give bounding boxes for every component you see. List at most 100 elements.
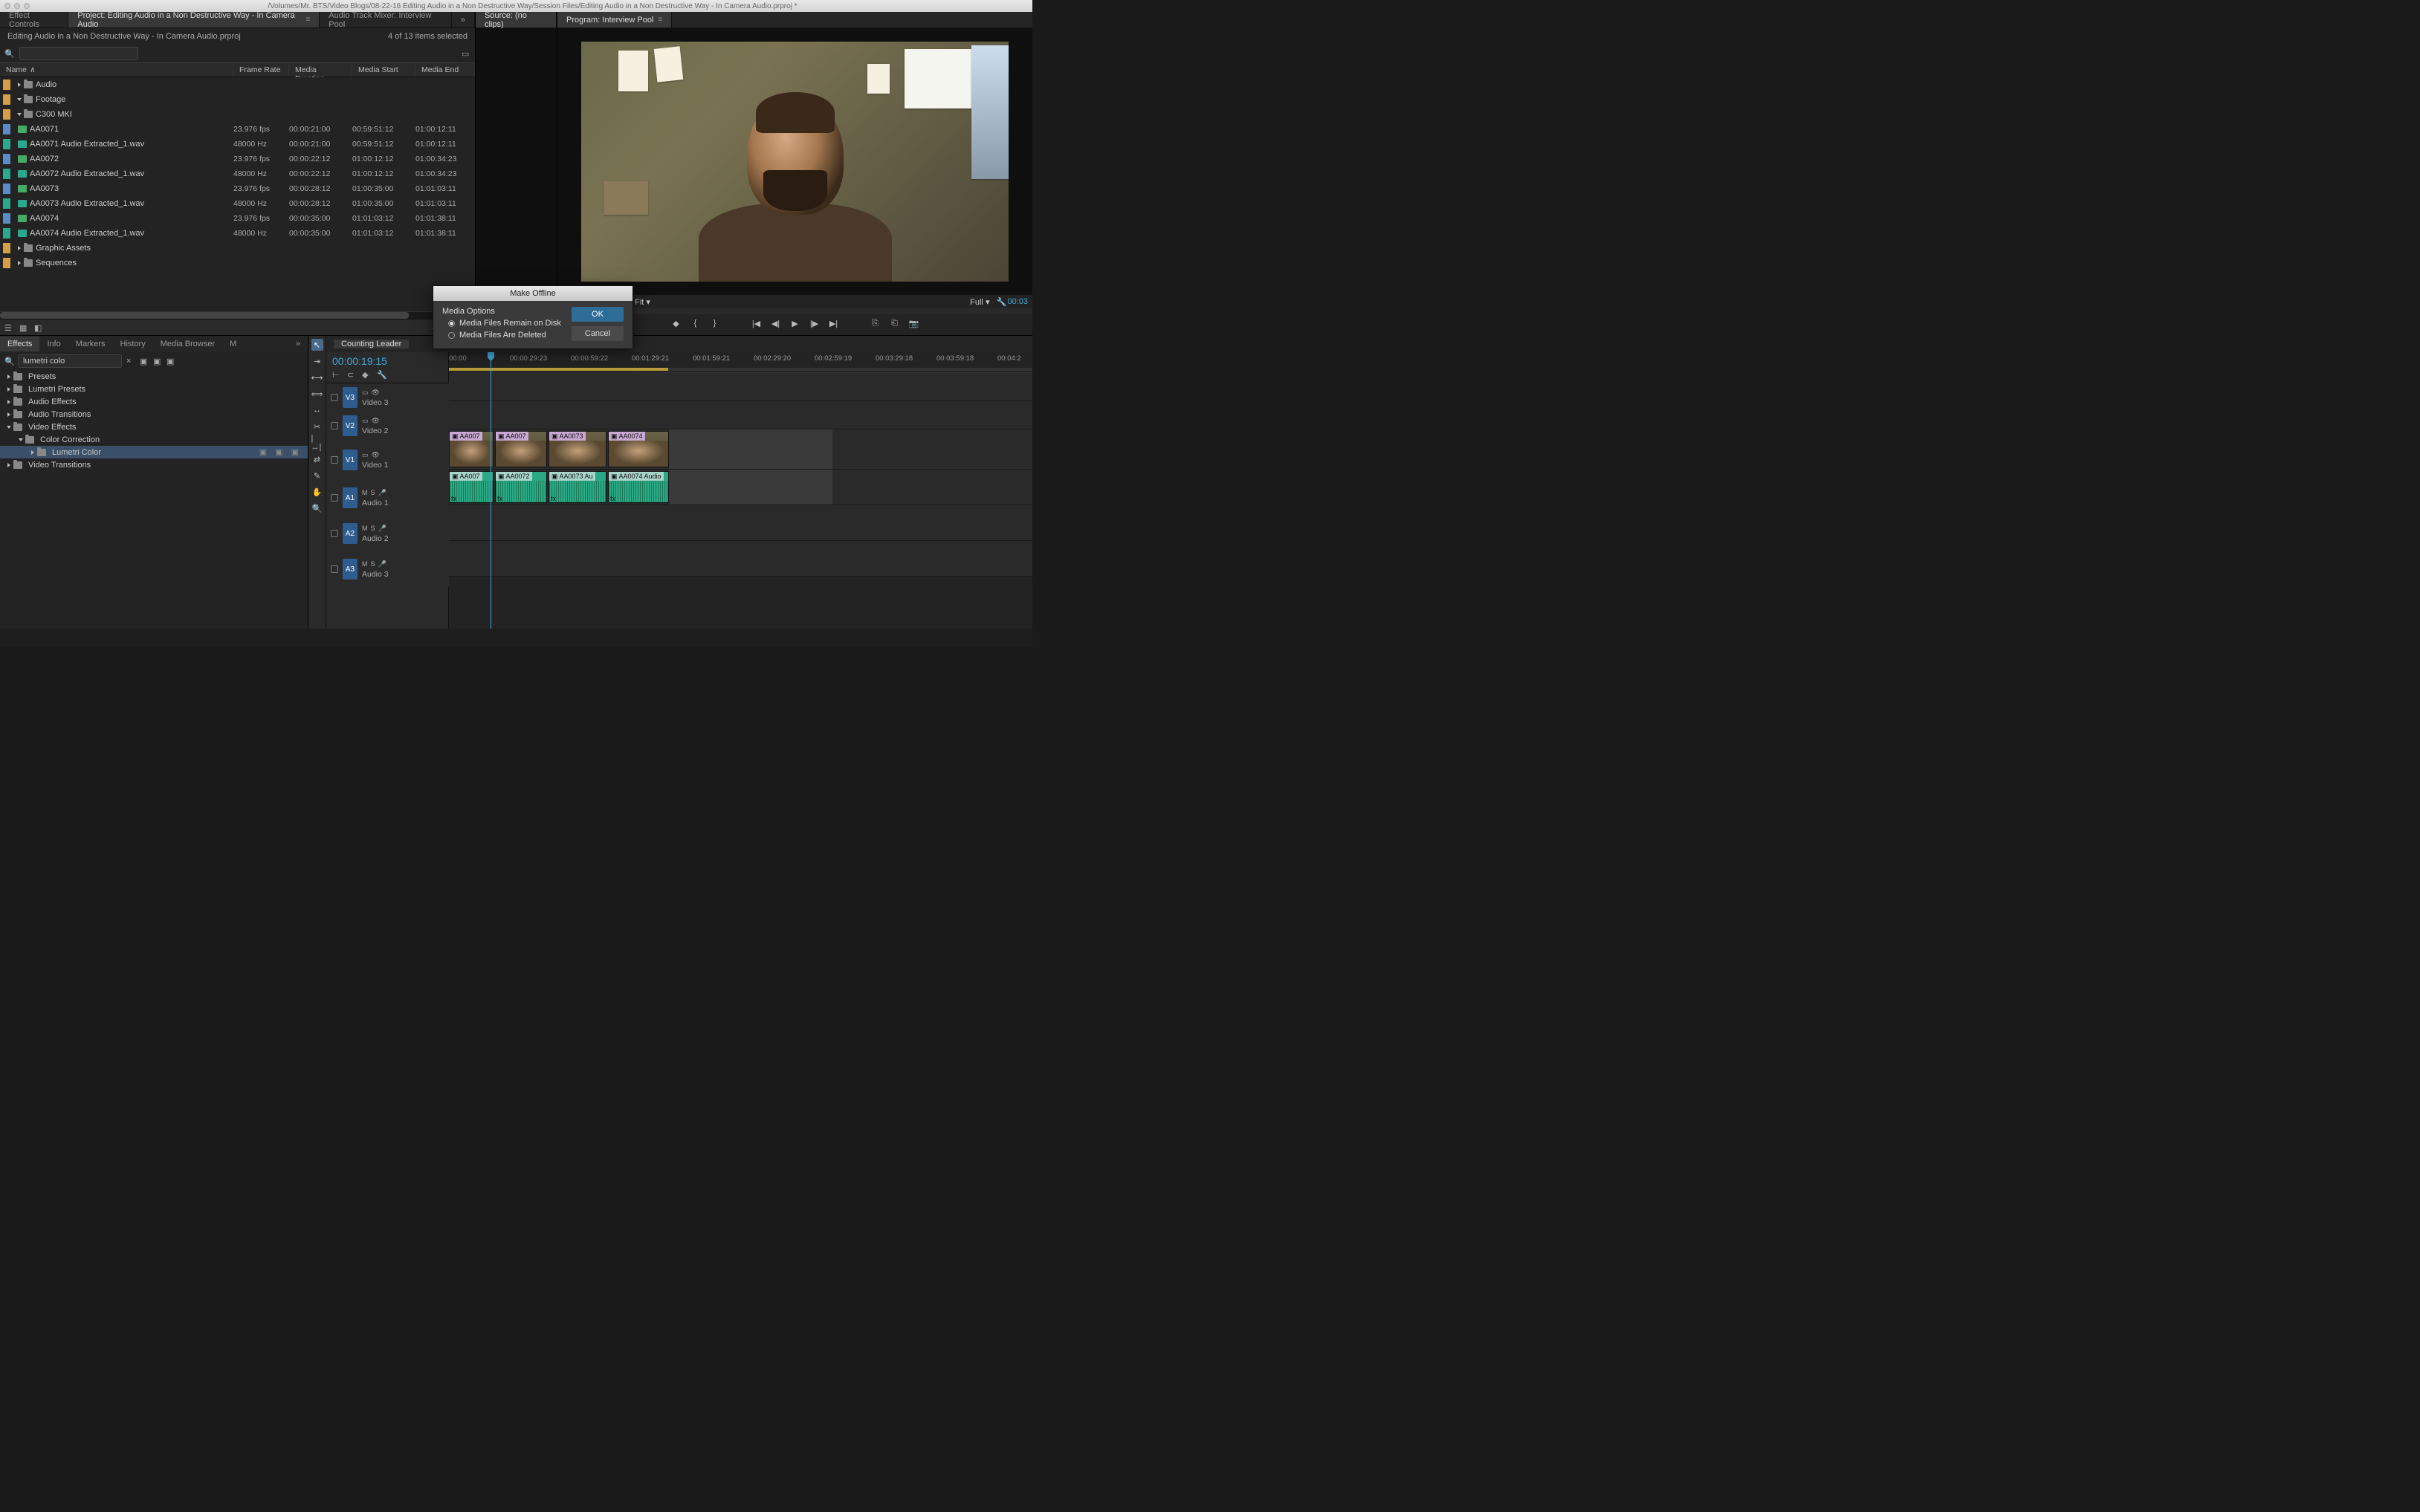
track-lane-v3[interactable] <box>449 373 1032 401</box>
track-header-v2[interactable]: V2▭👁Video 2 <box>326 412 449 440</box>
project-item[interactable]: AA007123.976 fps00:00:21:0000:59:51:1201… <box>0 122 475 137</box>
go-to-in-icon[interactable]: |◀ <box>751 317 763 329</box>
minimize-window-icon[interactable] <box>14 3 20 9</box>
disclosure-triangle-icon[interactable] <box>7 387 10 392</box>
radio-remain-on-disk[interactable]: Media Files Remain on Disk <box>442 319 572 328</box>
effects-tab[interactable]: Media Browser <box>153 337 222 351</box>
track-target[interactable]: A1 <box>343 487 358 508</box>
project-item[interactable]: AA007323.976 fps00:00:28:1201:00:35:0001… <box>0 181 475 196</box>
timeline-settings-icon[interactable]: 🔧 <box>377 370 386 379</box>
audio-clip[interactable]: ▣ AA0073 Aufx <box>549 471 606 503</box>
mute-icon[interactable]: M <box>362 560 368 568</box>
track-lane-v2[interactable] <box>449 401 1032 429</box>
slip-tool-icon[interactable]: |↔| <box>311 437 323 449</box>
track-header-a3[interactable]: A3MS🎤Audio 3 <box>326 551 449 587</box>
add-marker-icon[interactable]: ◆ <box>670 317 682 329</box>
tabs-overflow-icon[interactable]: » <box>452 12 475 27</box>
add-marker-icon[interactable]: ◆ <box>362 370 371 379</box>
new-bin-icon[interactable]: ▭ <box>462 49 470 58</box>
track-target[interactable]: V2 <box>343 415 358 436</box>
selection-tool-icon[interactable]: ↖ <box>311 339 323 351</box>
ripple-edit-tool-icon[interactable]: ⟷ <box>311 371 323 383</box>
tab-effect-controls[interactable]: Effect Controls <box>0 12 68 27</box>
cancel-button[interactable]: Cancel <box>572 326 624 341</box>
solo-icon[interactable]: S <box>371 489 375 497</box>
lock-icon[interactable] <box>331 394 338 401</box>
disclosure-triangle-icon[interactable] <box>7 374 10 379</box>
audio-clip[interactable]: ▣ AA0072fx <box>495 471 547 503</box>
icon-view-icon[interactable]: ▦ <box>19 323 28 332</box>
mute-icon[interactable]: M <box>362 525 368 533</box>
effects-tree-item[interactable]: Video Transitions <box>0 458 308 471</box>
fx-badge-32bit-icon[interactable]: ▣ <box>153 357 162 366</box>
settings-icon[interactable]: 🔧 <box>995 296 1007 308</box>
voice-icon[interactable]: 🎤 <box>378 560 386 568</box>
project-item[interactable]: Footage <box>0 92 475 107</box>
tabs-overflow-icon[interactable]: » <box>288 337 308 351</box>
list-view-icon[interactable]: ☰ <box>4 323 13 332</box>
close-window-icon[interactable] <box>4 3 10 9</box>
program-out-timecode[interactable]: 00:03 <box>1007 297 1028 306</box>
project-item[interactable]: AA0074 Audio Extracted_1.wav48000 Hz00:0… <box>0 226 475 241</box>
effects-tab[interactable]: Info <box>39 337 68 351</box>
disclosure-triangle-icon[interactable] <box>7 400 10 404</box>
project-item[interactable]: Sequences <box>0 256 475 270</box>
razor-tool-icon[interactable]: ✂ <box>311 421 323 432</box>
fx-badge-yuv-icon[interactable]: ▣ <box>166 357 175 366</box>
clear-search-icon[interactable]: × <box>126 357 135 366</box>
step-forward-icon[interactable]: |▶ <box>809 317 821 329</box>
effects-tree-item[interactable]: Presets <box>0 370 308 383</box>
track-header-v3[interactable]: V3▭👁Video 3 <box>326 383 449 412</box>
effects-tree-item[interactable]: Color Correction <box>0 433 308 446</box>
resolution-dropdown[interactable]: Full ▾ <box>970 297 989 307</box>
program-monitor-viewport[interactable] <box>557 28 1032 295</box>
freeform-view-icon[interactable]: ◧ <box>34 323 43 332</box>
project-item[interactable]: Graphic Assets <box>0 241 475 256</box>
play-icon[interactable]: ▶ <box>789 317 801 329</box>
export-frame-icon[interactable]: 📷 <box>908 317 920 329</box>
effects-tree-item[interactable]: Audio Effects <box>0 395 308 408</box>
snap-icon[interactable]: ⊢ <box>332 370 341 379</box>
track-header-a2[interactable]: A2MS🎤Audio 2 <box>326 516 449 551</box>
video-clip[interactable]: ▣ AA0073 <box>549 431 606 467</box>
track-lane-a1[interactable]: ▣ AA007fx▣ AA0072fx▣ AA0073 Aufx▣ AA0074… <box>449 470 1032 505</box>
project-item[interactable]: AA007423.976 fps00:00:35:0001:01:03:1201… <box>0 211 475 226</box>
track-lane-a2[interactable] <box>449 505 1032 541</box>
tab-menu-icon[interactable]: ≡ <box>305 16 310 24</box>
pen-tool-icon[interactable]: ✎ <box>311 470 323 481</box>
disclosure-triangle-icon[interactable] <box>18 246 21 250</box>
solo-icon[interactable]: S <box>371 560 375 568</box>
eye-icon[interactable]: 👁 <box>372 417 380 425</box>
eye-icon[interactable]: 👁 <box>372 451 380 459</box>
fx-badge-accel-icon[interactable]: ▣ <box>140 357 149 366</box>
disclosure-triangle-icon[interactable] <box>7 412 10 417</box>
disclosure-triangle-icon[interactable] <box>17 98 22 101</box>
audio-clip[interactable]: ▣ AA0074 Audiofx <box>608 471 669 503</box>
track-lane-v1[interactable]: ▣ AA007▣ AA007▣ AA0073▣ AA0074 <box>449 429 1032 470</box>
project-item[interactable]: AA0073 Audio Extracted_1.wav48000 Hz00:0… <box>0 196 475 211</box>
step-back-icon[interactable]: ◀| <box>770 317 782 329</box>
project-item[interactable]: C300 MKI <box>0 107 475 122</box>
disclosure-triangle-icon[interactable] <box>18 261 21 265</box>
track-header-a1[interactable]: A1MS🎤Audio 1 <box>326 480 449 516</box>
project-search-input[interactable] <box>19 47 138 60</box>
zoom-fit-dropdown[interactable]: Fit ▾ <box>635 297 650 307</box>
project-item[interactable]: AA0072 Audio Extracted_1.wav48000 Hz00:0… <box>0 166 475 181</box>
traffic-lights[interactable] <box>4 3 30 9</box>
disclosure-triangle-icon[interactable] <box>17 113 22 116</box>
sequence-tab[interactable]: Counting Leader <box>334 340 409 348</box>
zoom-window-icon[interactable] <box>24 3 30 9</box>
ok-button[interactable]: OK <box>572 307 624 322</box>
track-target[interactable]: V3 <box>343 387 358 408</box>
mark-in-icon[interactable]: { <box>690 317 702 329</box>
voice-icon[interactable]: 🎤 <box>378 489 386 497</box>
eye-icon[interactable]: 👁 <box>372 389 380 397</box>
disclosure-triangle-icon[interactable] <box>7 426 11 429</box>
hand-tool-icon[interactable]: ✋ <box>311 486 323 498</box>
rate-stretch-tool-icon[interactable]: ↔ <box>311 404 323 416</box>
rolling-edit-tool-icon[interactable]: ⟺ <box>311 388 323 400</box>
effects-tree-item[interactable]: Lumetri Color▣ ▣ ▣ <box>0 446 308 458</box>
disclosure-triangle-icon[interactable] <box>31 450 34 455</box>
lock-icon[interactable] <box>331 565 338 573</box>
effects-tab[interactable]: Markers <box>68 337 113 351</box>
